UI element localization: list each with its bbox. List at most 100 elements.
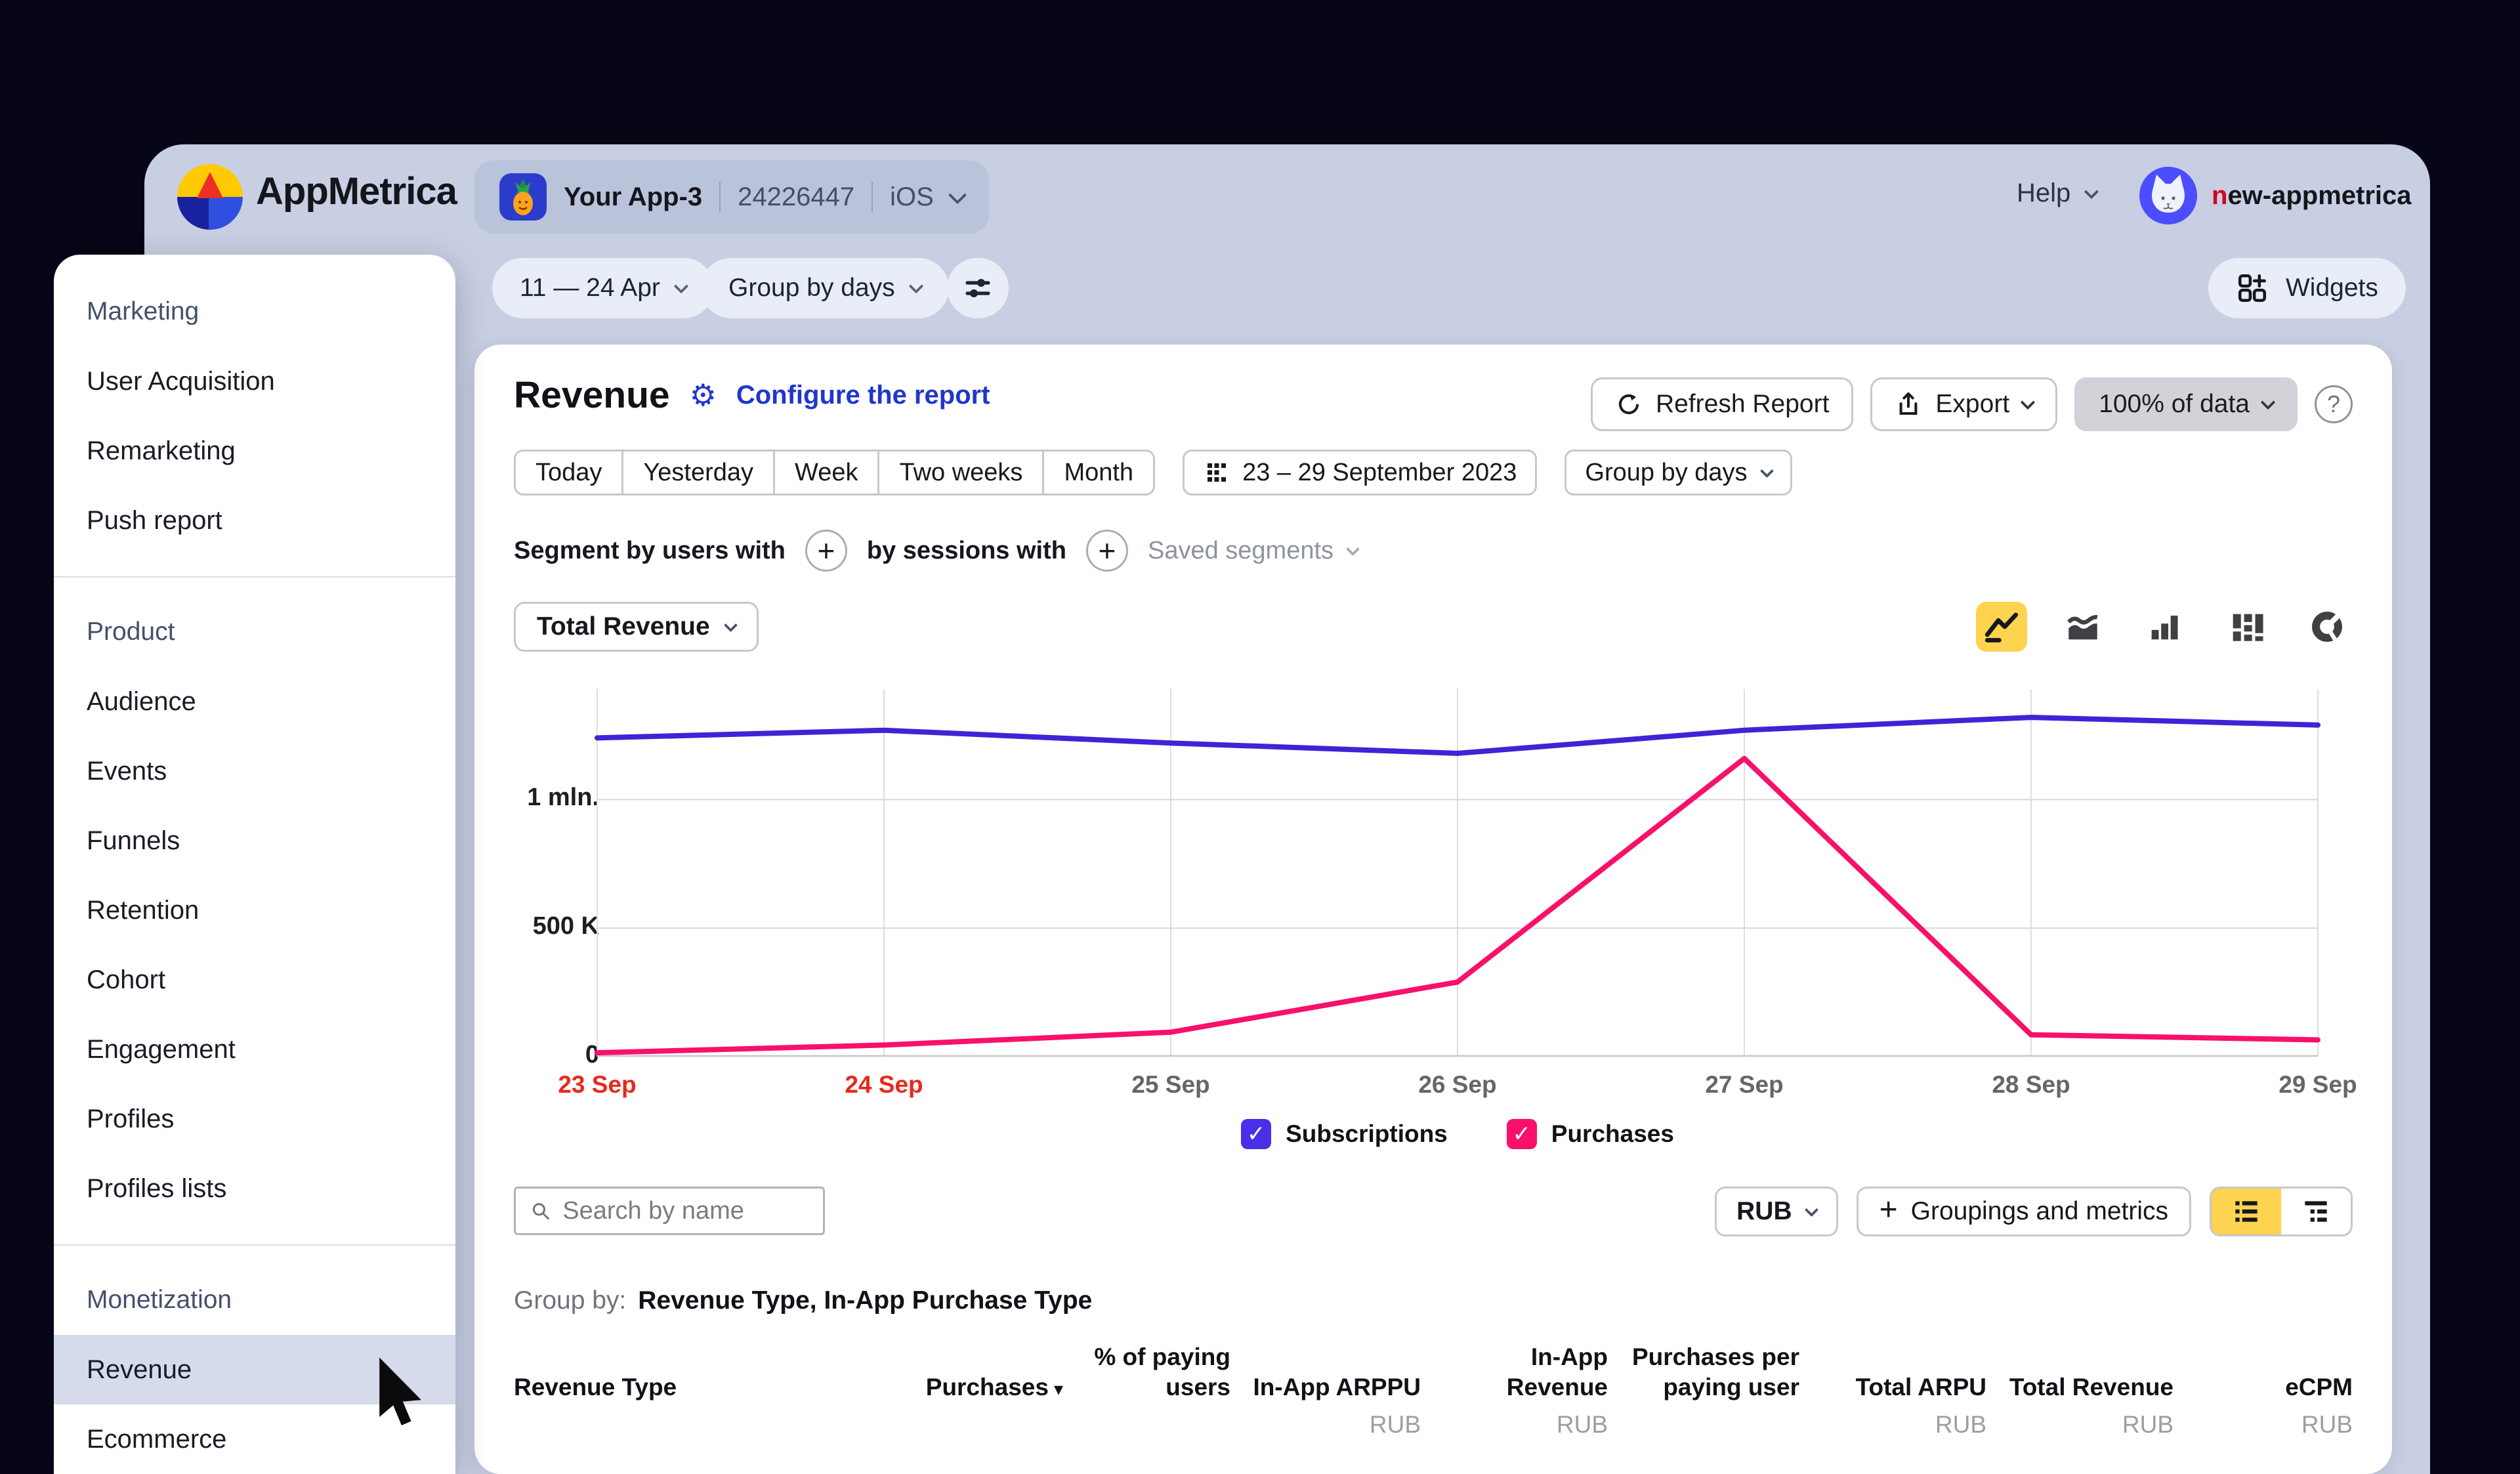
column-header-purchases[interactable]: Purchases ▾ — [919, 1372, 1063, 1402]
sort-desc-icon: ▾ — [1053, 1379, 1063, 1400]
groupings-and-metrics-button[interactable]: + Groupings and metrics — [1856, 1187, 2191, 1236]
export-label: Export — [1935, 390, 2010, 418]
chevron-down-icon — [2260, 394, 2276, 410]
table-controls: RUB + Groupings and metrics — [514, 1187, 2353, 1238]
chart-type-area-button[interactable] — [2057, 602, 2109, 652]
add-user-segment-button[interactable]: + — [805, 530, 847, 572]
flat-list-view-button[interactable] — [2212, 1189, 2281, 1234]
global-grouping-dropdown[interactable]: Group by days — [701, 258, 949, 318]
sidebar-section-marketing: Marketing — [87, 297, 200, 326]
chevron-down-icon — [908, 278, 923, 294]
column-header-purchases-per-paying-user[interactable]: Purchases per paying user — [1608, 1342, 1799, 1403]
chevron-down-icon — [1804, 1202, 1818, 1217]
date-range-controls: Today Yesterday Week Two weeks Month 23 – 29… — [514, 450, 1792, 495]
column-unit: RUB — [1369, 1411, 1421, 1438]
sidebar-item-user-acquisition[interactable]: User Acquisition — [54, 347, 455, 416]
column-label: eCPM — [2285, 1374, 2353, 1401]
widgets-grid-plus-icon — [2238, 274, 2267, 303]
x-tick-label: 25 Sep — [1131, 1071, 1210, 1098]
sidebar-item-remarketing[interactable]: Remarketing — [54, 416, 455, 486]
sidebar-item-audience[interactable]: Audience — [54, 667, 455, 736]
sidebar-divider — [54, 1244, 455, 1246]
app-selector[interactable]: Your App-3 24226447 iOS — [474, 160, 989, 234]
sidebar-item-engagement[interactable]: Engagement — [54, 1015, 455, 1084]
line-chart-plot — [595, 689, 2320, 1057]
chevron-down-icon — [673, 278, 689, 294]
calendar-range-label: 23 – 29 September 2023 — [1242, 458, 1517, 486]
column-header-total-revenue[interactable]: Total Revenue — [1986, 1372, 2174, 1402]
sidebar-item-cohort[interactable]: Cohort — [54, 945, 455, 1015]
configure-report-link[interactable]: Configure the report — [736, 381, 990, 410]
flat-list-icon — [2235, 1201, 2258, 1222]
column-unit — [919, 1411, 1063, 1439]
chart-type-pie-button[interactable] — [2301, 602, 2353, 652]
account-name: new-appmetrica — [2212, 180, 2412, 210]
widgets-button[interactable]: Widgets — [2208, 258, 2406, 318]
column-header-ecpm[interactable]: eCPM — [2174, 1372, 2353, 1402]
avatar — [2139, 167, 2197, 224]
sidebar-item-funnels[interactable]: Funnels — [54, 806, 455, 875]
metric-selector-dropdown[interactable]: Total Revenue — [514, 602, 759, 652]
checkbox-icon[interactable]: ✓ — [1241, 1119, 1272, 1149]
sidebar-divider — [54, 576, 455, 578]
sidebar-item-events[interactable]: Events — [54, 736, 455, 806]
filters-button[interactable] — [947, 258, 1009, 318]
column-label: Purchases — [925, 1374, 1049, 1401]
range-button-yesterday[interactable]: Yesterday — [621, 450, 776, 495]
group-by-label: Group by: — [514, 1286, 627, 1315]
stage: AppMetrica Your App-3 24226447 iOS Help — [0, 0, 2520, 1474]
sampling-dropdown[interactable]: 100% of data — [2074, 377, 2298, 431]
add-session-segment-button[interactable]: + — [1085, 530, 1128, 572]
search-input[interactable] — [562, 1196, 810, 1225]
column-header-revenue-type[interactable]: Revenue Type — [514, 1372, 919, 1402]
column-label: Revenue Type — [514, 1374, 677, 1401]
calendar-range-button[interactable]: 23 – 29 September 2023 — [1183, 450, 1538, 495]
quick-range-group: Today Yesterday Week Two weeks Month — [514, 450, 1156, 495]
column-header-total-arpu[interactable]: Total ARPU — [1799, 1372, 1986, 1402]
x-tick-label: 28 Sep — [1992, 1071, 2070, 1098]
saved-segments-dropdown[interactable]: Saved segments — [1148, 537, 1360, 565]
report-actions: Refresh Report Export 100% of data ? — [1590, 377, 2353, 431]
export-icon — [1900, 392, 1918, 415]
refresh-report-button[interactable]: Refresh Report — [1590, 377, 1854, 431]
export-button[interactable]: Export — [1870, 377, 2058, 431]
pie-chart-icon — [2312, 612, 2342, 642]
column-header-in-app-revenue[interactable]: In-App Revenue — [1421, 1342, 1608, 1403]
chart-type-line-button[interactable] — [1976, 602, 2027, 652]
legend-item-purchases[interactable]: ✓ Purchases — [1506, 1119, 1674, 1149]
gear-icon: ⚙ — [689, 378, 717, 412]
currency-dropdown[interactable]: RUB — [1715, 1187, 1838, 1236]
sidebar-item-push-report[interactable]: Push report — [54, 486, 455, 555]
column-unit: RUB — [2122, 1411, 2174, 1438]
metric-selector-row: Total Revenue — [514, 602, 759, 652]
range-button-today[interactable]: Today — [514, 450, 624, 495]
table-controls-right: RUB + Groupings and metrics — [1715, 1187, 2353, 1236]
help-icon[interactable]: ? — [2315, 385, 2353, 423]
group-by-row: Group by: Revenue Type, In-App Purchase … — [514, 1286, 1092, 1315]
column-label: In-App Revenue — [1506, 1343, 1608, 1401]
global-date-range-dropdown[interactable]: 11 — 24 Apr — [492, 258, 714, 318]
legend-item-subscriptions[interactable]: ✓ Subscriptions — [1241, 1119, 1448, 1149]
chevron-down-icon — [2020, 394, 2036, 410]
chart-type-stacked-button[interactable] — [2220, 602, 2271, 652]
range-button-two-weeks[interactable]: Two weeks — [877, 450, 1045, 495]
checkbox-icon[interactable]: ✓ — [1506, 1119, 1537, 1149]
account-menu[interactable]: new-appmetrica — [2139, 167, 2412, 224]
mouse-cursor — [379, 1357, 421, 1425]
sidebar-item-profiles[interactable]: Profiles — [54, 1084, 455, 1154]
chart-type-bar-button[interactable] — [2139, 602, 2190, 652]
bar-chart-icon — [2151, 616, 2178, 640]
column-header--of-paying-users[interactable]: % of paying users — [1063, 1342, 1230, 1403]
report-grouping-dropdown[interactable]: Group by days — [1564, 450, 1792, 495]
help-menu[interactable]: Help — [2017, 179, 2099, 208]
tree-list-view-button[interactable] — [2281, 1189, 2351, 1234]
report-grouping-label: Group by days — [1585, 458, 1748, 486]
x-tick-label: 24 Sep — [845, 1071, 923, 1098]
sidebar-item-profiles-lists[interactable]: Profiles lists — [54, 1154, 455, 1223]
column-header-in-app-arppu[interactable]: In-App ARPPU — [1230, 1372, 1421, 1402]
range-button-week[interactable]: Week — [773, 450, 880, 495]
line-chart-icon — [1984, 612, 2019, 642]
sidebar-item-retention[interactable]: Retention — [54, 875, 455, 945]
range-button-month[interactable]: Month — [1042, 450, 1156, 495]
sliders-icon — [965, 279, 990, 297]
